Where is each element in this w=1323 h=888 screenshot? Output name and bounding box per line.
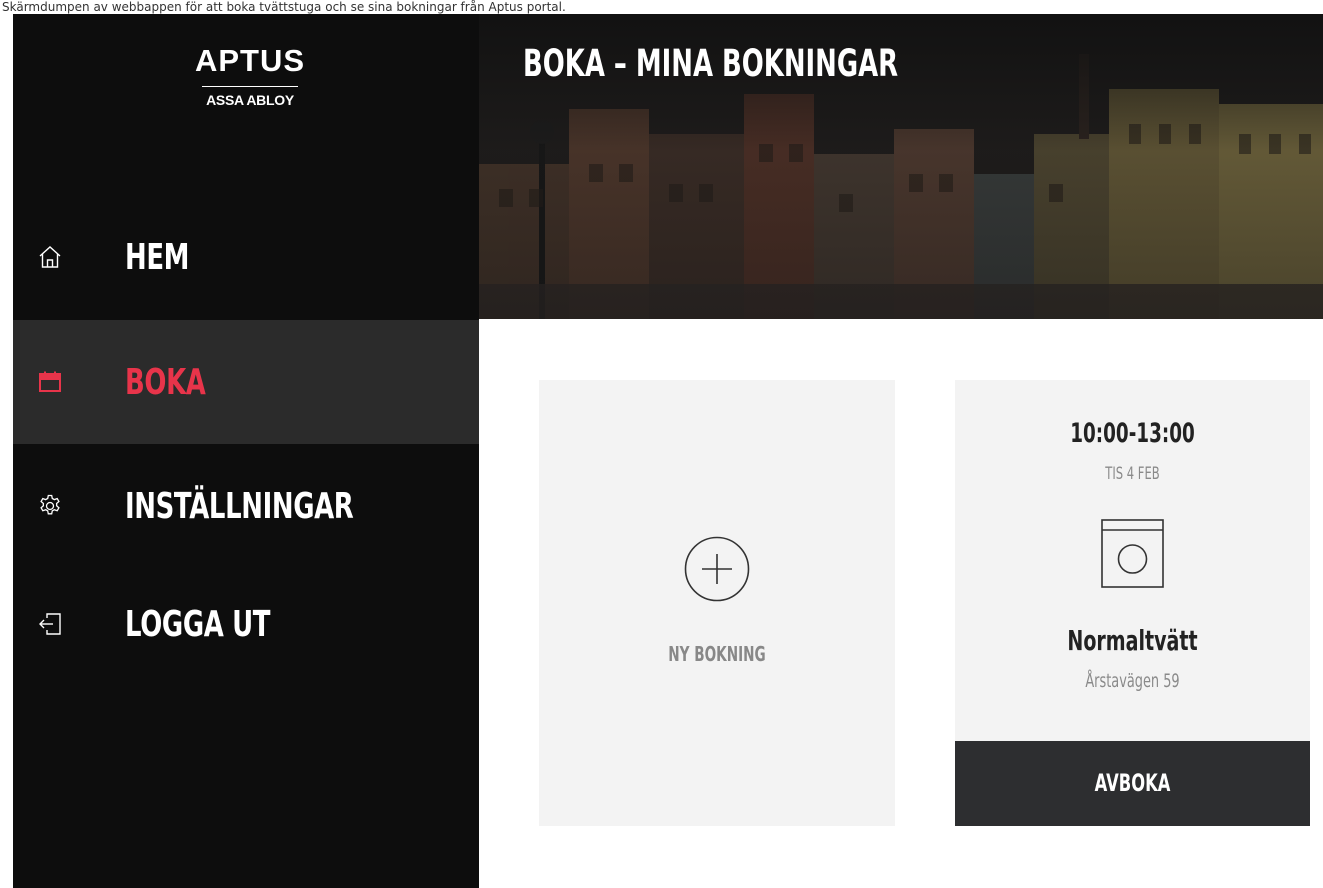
page-title: BOKA – MINA BOKNINGAR: [523, 42, 899, 85]
booking-time: 10:00-13:00: [1070, 418, 1195, 449]
cancel-booking-button[interactable]: AVBOKA: [955, 741, 1310, 826]
new-booking-label: NY BOKNING: [668, 642, 766, 666]
nav-label-boka: BOKA: [125, 361, 206, 403]
nav-label-installningar: INSTÄLLNINGAR: [125, 485, 354, 527]
nav-item-boka[interactable]: BOKA: [13, 320, 479, 444]
booking-date: TIS 4 FEB: [1105, 464, 1160, 484]
plus-circle-icon: [684, 536, 750, 602]
booking-card: 10:00-13:00 TIS 4 FEB Normaltvätt Årstav…: [955, 380, 1310, 826]
nav-item-hem[interactable]: HEM: [13, 195, 479, 319]
home-icon: [39, 246, 61, 268]
aptus-logo[interactable]: APTUS ASSA ABLOY: [170, 44, 330, 134]
cancel-booking-label: AVBOKA: [1094, 769, 1171, 797]
booking-address: Årstavägen 59: [1085, 670, 1180, 692]
new-booking-card[interactable]: NY BOKNING: [539, 380, 895, 826]
logo-subtitle: ASSA ABLOY: [206, 92, 294, 108]
booking-program: Normaltvätt: [1067, 624, 1198, 657]
calendar-icon: [39, 371, 61, 392]
nav-item-installningar[interactable]: INSTÄLLNINGAR: [13, 444, 479, 568]
gear-icon: [40, 494, 60, 515]
page-caption: Skärmdumpen av webbappen för att boka tv…: [2, 0, 566, 14]
hero-banner: BOKA – MINA BOKNINGAR: [479, 14, 1323, 319]
nav-item-logga-ut[interactable]: LOGGA UT: [13, 562, 479, 686]
sidebar: APTUS ASSA ABLOY HEM BOKA INSTÄLLNINGAR: [13, 14, 479, 888]
washing-machine-icon: [1101, 519, 1164, 588]
nav-label-logga-ut: LOGGA UT: [125, 603, 271, 645]
nav-label-hem: HEM: [125, 236, 190, 278]
logout-icon: [39, 613, 61, 635]
logo-divider: [202, 86, 298, 87]
logo-brand: APTUS: [194, 43, 306, 78]
